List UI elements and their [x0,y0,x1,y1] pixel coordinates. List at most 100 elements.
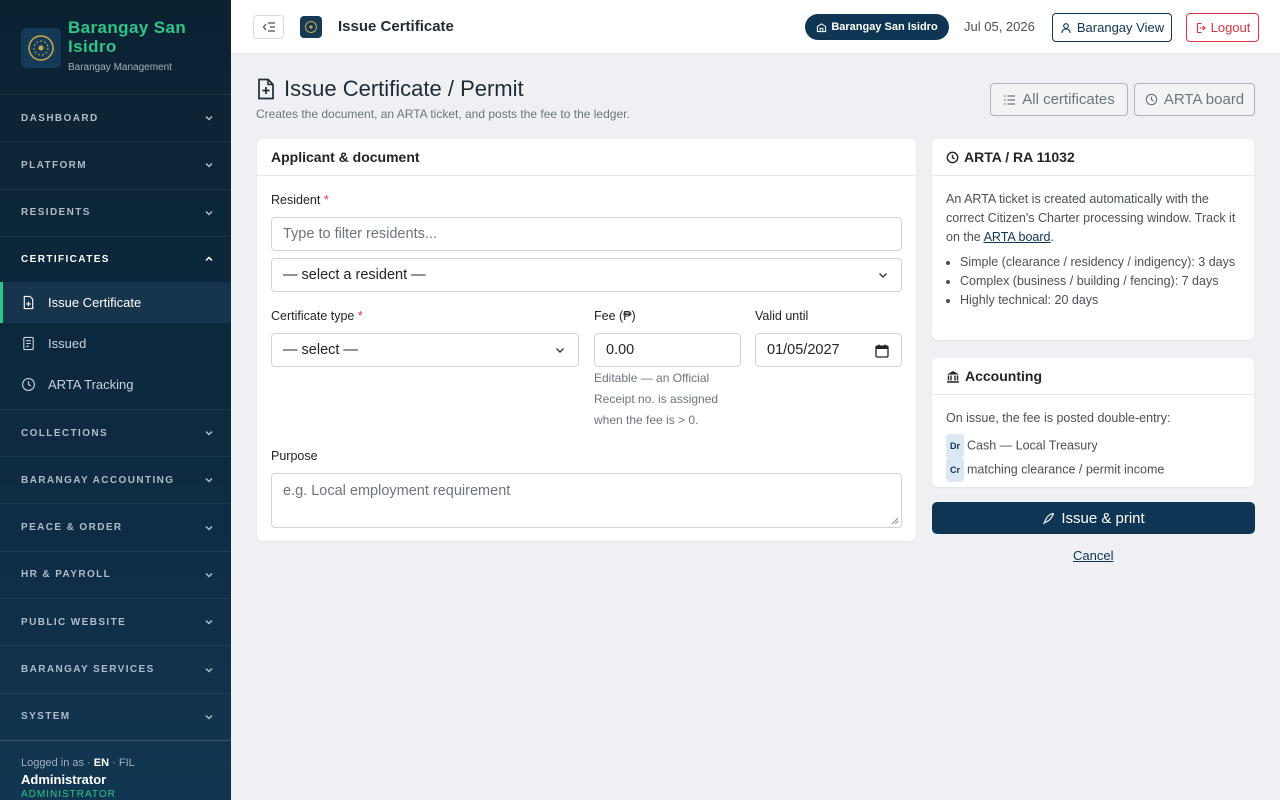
sidebar-item-issue-certificate[interactable]: Issue Certificate [0,281,231,323]
arta-description: An ARTA ticket is created automatically … [946,190,1240,247]
nav-section-collections[interactable]: COLLECTIONS [0,410,231,458]
accounting-card-body: On issue, the fee is posted double-entry… [932,395,1254,482]
arta-processing-list: Simple (clearance / residency / indigenc… [946,253,1240,310]
file-plus-icon [258,78,274,100]
certificate-type-label-text: Certificate type [271,309,355,323]
resident-label: Resident * [271,193,329,207]
user-name: Administrator [21,772,107,787]
chevron-down-icon [205,210,213,216]
nav-section-hr-payroll[interactable]: HR & PAYROLL [0,552,231,600]
feather-pen-icon [1043,512,1055,524]
resident-filter-placeholder: Type to filter residents... [283,226,437,242]
barangay-pill: Barangay San Isidro [805,14,949,40]
clock-icon [946,151,959,163]
topbar: Issue Certificate Barangay San Isidro Ju… [231,0,1280,54]
lang-fil-link[interactable]: · FIL [112,757,135,769]
card-title: Applicant & document [257,139,916,176]
lang-en-link[interactable]: EN [94,757,109,769]
arta-board-button[interactable]: ARTA board [1134,83,1255,116]
chevron-down-icon [205,163,213,168]
purpose-textarea[interactable]: e.g. Local employment requirement [271,473,902,528]
arta-card: ARTA / RA 11032 An ARTA ticket is create… [932,139,1254,340]
nav-section-label: HR & PAYROLL [21,569,112,581]
chevron-down-icon [879,273,887,278]
sidebar-toggle-button[interactable] [253,15,284,39]
bank-icon [947,370,959,383]
nav-section-system[interactable]: SYSTEM [0,694,231,741]
issue-print-button[interactable]: Issue & print [932,502,1255,534]
certificates-group: CERTIFICATES Issue Certificate Issued AR… [0,237,231,410]
list-item: Highly technical: 20 days [960,291,1240,310]
applicant-document-card: Applicant & document Resident * Type to … [257,139,916,541]
nav-section-public-website[interactable]: PUBLIC WEBSITE [0,599,231,647]
cancel-link[interactable]: Cancel [1073,548,1113,563]
user-box: Logged in as · EN · FIL Administrator AD… [0,740,231,800]
accounting-card-title: Accounting [965,368,1042,384]
clock-icon [22,377,35,391]
nav-section-certificates[interactable]: CERTIFICATES [0,237,231,282]
fee-value: 0.00 [606,342,635,358]
topbar-logo-icon [300,16,322,38]
nav-section-label: RESIDENTS [21,207,91,219]
nav-section-residents[interactable]: RESIDENTS [0,190,231,237]
nav-section-label: PLATFORM [21,159,88,171]
credit-text: matching clearance / permit income [967,462,1165,477]
brand-subtitle: Barangay Management [68,62,172,73]
arta-card-header: ARTA / RA 11032 [932,139,1254,176]
resident-filter-input[interactable]: Type to filter residents... [271,217,902,251]
calendar-icon[interactable] [875,344,889,358]
clock-icon [1145,93,1158,106]
arta-board-link[interactable]: ARTA board [984,230,1051,244]
valid-until-input[interactable]: 01/05/2027 [755,333,902,367]
topbar-title: Issue Certificate [338,18,454,35]
nav-section-label: BARANGAY ACCOUNTING [21,474,175,486]
nav-section-accounting[interactable]: BARANGAY ACCOUNTING [0,457,231,505]
all-certificates-button[interactable]: All certificates [990,83,1128,116]
nav-section-label: SYSTEM [21,711,71,723]
fee-input[interactable]: 0.00 [594,333,741,367]
logged-in-line: Logged in as · EN · FIL [21,757,210,769]
required-mark: * [357,309,363,323]
fee-help-text: Editable — an Official Receipt no. is as… [594,371,719,427]
barangay-view-button[interactable]: Barangay View [1052,13,1172,42]
resident-label-text: Resident [271,193,321,207]
page-header: Issue Certificate / Permit Creates the d… [256,76,630,121]
debit-text: Cash — Local Treasury [967,438,1098,453]
accounting-description: On issue, the fee is posted double-entry… [946,411,1171,425]
certificate-type-value: — select — [283,342,358,358]
barangay-view-label: Barangay View [1076,20,1165,35]
nav-section-platform[interactable]: PLATFORM [0,142,231,190]
sidebar-item-issued[interactable]: Issued [0,323,231,364]
debit-badge: Dr [946,434,965,458]
valid-until-label: Valid until [755,309,809,323]
logout-button[interactable]: Logout [1186,13,1259,42]
purpose-placeholder: e.g. Local employment requirement [283,483,511,499]
list-item: Complex (business / building / fencing):… [960,272,1240,291]
page-title-text: Issue Certificate / Permit [284,76,524,101]
sidebar-item-arta-tracking[interactable]: ARTA Tracking [0,364,231,405]
chevron-up-icon [205,256,213,262]
list-item: Simple (clearance / residency / indigenc… [960,253,1240,272]
certificate-type-select[interactable]: — select — [271,333,579,367]
nav-section-label: PUBLIC WEBSITE [21,616,127,628]
sidebar-item-label: ARTA Tracking [48,376,134,392]
fee-label: Fee (₱) [594,309,636,323]
sidebar: Barangay San Isidro Barangay Management … [0,0,231,800]
user-role: ADMINISTRATOR [21,789,116,800]
resident-select[interactable]: — select a resident — [271,258,902,292]
page-subtitle: Creates the document, an ARTA ticket, an… [256,107,630,121]
nav-section-label: PEACE & ORDER [21,522,123,534]
nav-section-dashboard[interactable]: DASHBOARD [0,95,231,143]
credit-line: Cr matching clearance / permit income [946,458,1240,482]
resize-handle-icon[interactable] [891,517,899,525]
collapse-menu-icon [262,22,275,32]
nav-section-barangay-services[interactable]: BARANGAY SERVICES [0,646,231,694]
nav-section-peace-order[interactable]: PEACE & ORDER [0,504,231,552]
chevron-down-icon [205,478,213,483]
list-icon [1004,94,1016,105]
required-mark: * [323,193,329,207]
valid-until-value: 01/05/2027 [767,342,840,358]
arta-board-label: ARTA board [1163,91,1245,108]
page-title: Issue Certificate / Permit [256,76,630,102]
all-certificates-label: All certificates [1022,91,1115,108]
